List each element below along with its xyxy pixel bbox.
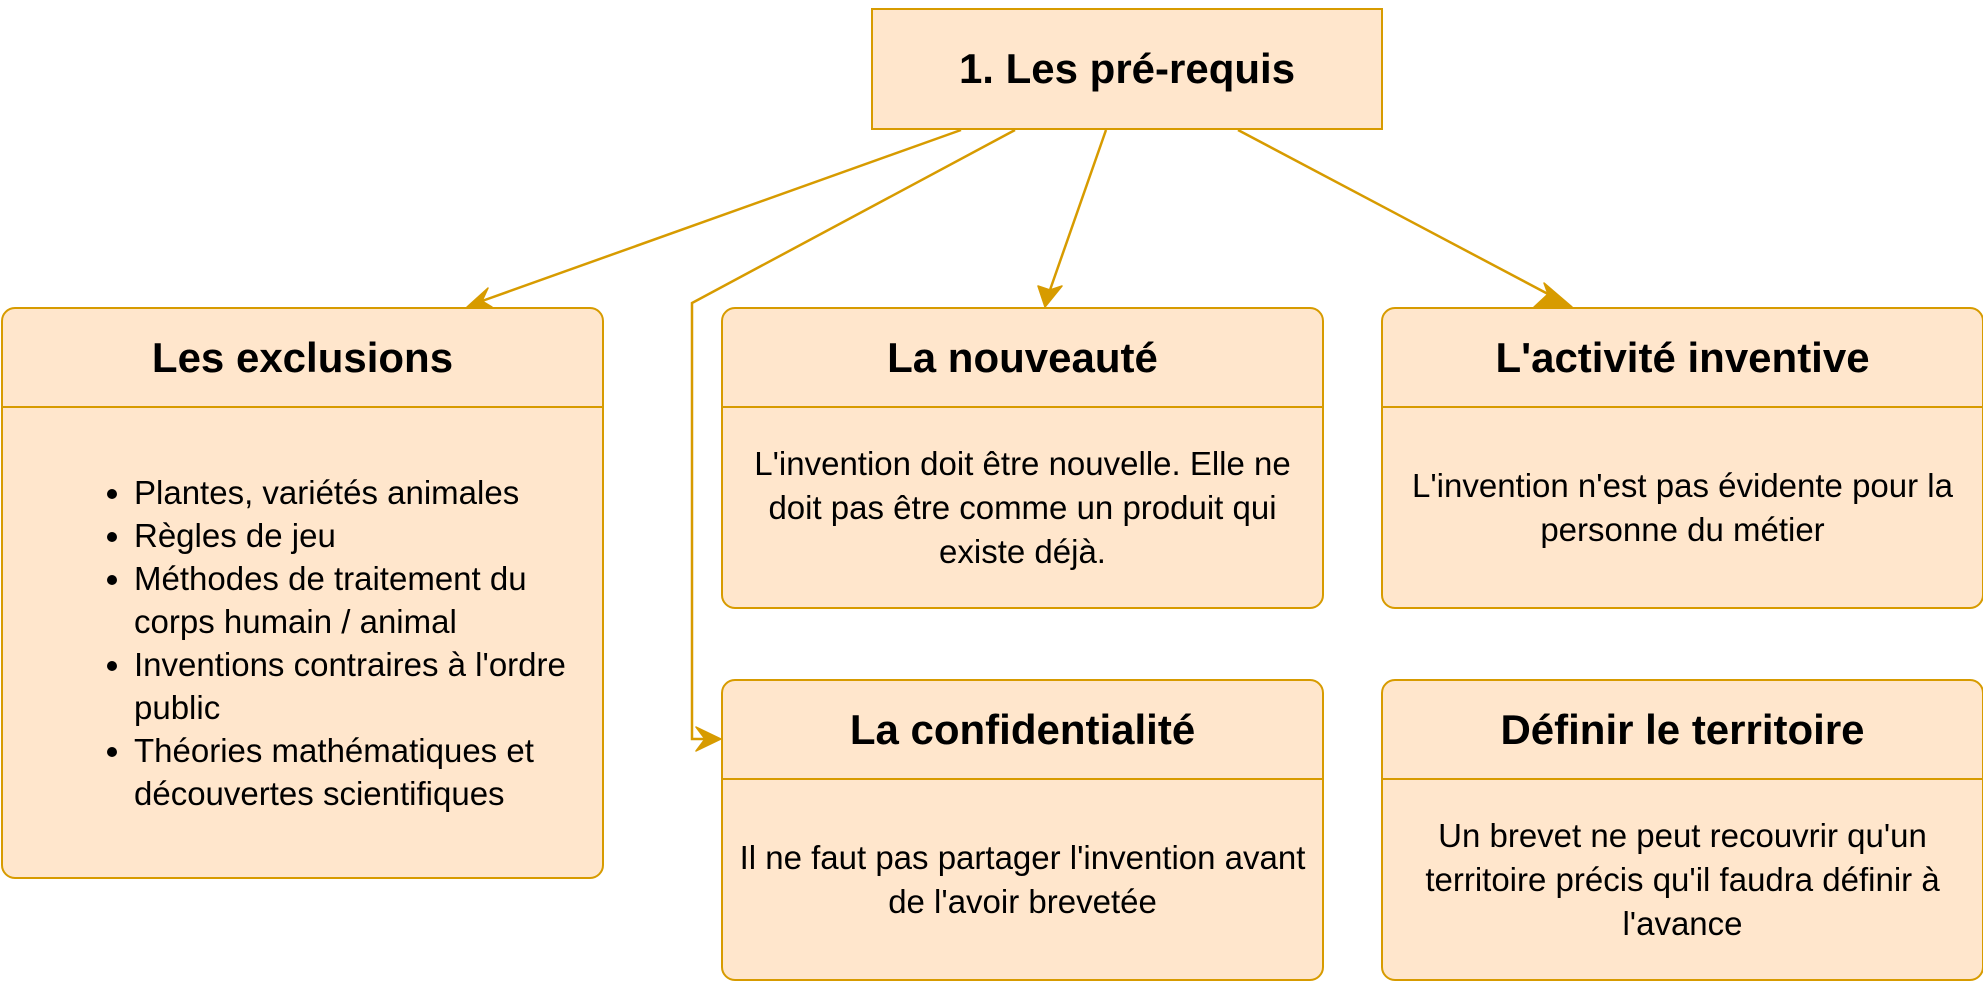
edge-to-nouveaute xyxy=(1048,129,1108,291)
list-item: Règles de jeu xyxy=(134,514,592,557)
card-territoire-title: Définir le territoire xyxy=(1383,681,1982,780)
card-activite-text: L'invention n'est pas évidente pour la p… xyxy=(1412,466,1953,548)
card-nouveaute-text: L'invention doit être nouvelle. Elle ne … xyxy=(754,444,1291,570)
card-confidentialite-text: Il ne faut pas partager l'invention avan… xyxy=(739,838,1306,920)
card-nouveaute: La nouveauté L'invention doit être nouve… xyxy=(721,307,1324,609)
card-exclusions: Les exclusions Plantes, variétés animale… xyxy=(1,307,604,879)
card-exclusions-body: Plantes, variétés animales Règles de jeu… xyxy=(3,408,602,877)
list-item: Inventions contraires à l'ordre public xyxy=(134,643,592,729)
list-item: Théories mathématiques et découvertes sc… xyxy=(134,729,592,815)
card-territoire-text: Un brevet ne peut recouvrir qu'un territ… xyxy=(1425,816,1940,942)
exclusions-list: Plantes, variétés animales Règles de jeu… xyxy=(9,471,596,815)
card-confidentialite-body: Il ne faut pas partager l'invention avan… xyxy=(723,780,1322,979)
card-activite: L'activité inventive L'invention n'est p… xyxy=(1381,307,1983,609)
card-activite-title: L'activité inventive xyxy=(1383,309,1982,408)
card-confidentialite-title: La confidentialité xyxy=(723,681,1322,780)
list-item: Méthodes de traitement du corps humain /… xyxy=(134,557,592,643)
card-territoire-body: Un brevet ne peut recouvrir qu'un territ… xyxy=(1383,780,1982,979)
root-title: 1. Les pré-requis xyxy=(958,45,1296,92)
card-confidentialite: La confidentialité Il ne faut pas partag… xyxy=(721,679,1324,981)
edge-to-activite xyxy=(1237,128,1549,296)
card-nouveaute-body: L'invention doit être nouvelle. Elle ne … xyxy=(723,408,1322,607)
card-nouveaute-title: La nouveauté xyxy=(723,309,1322,408)
card-territoire: Définir le territoire Un brevet ne peut … xyxy=(1381,679,1983,981)
card-activite-body: L'invention n'est pas évidente pour la p… xyxy=(1383,408,1982,607)
root-node: 1. Les pré-requis xyxy=(871,8,1383,130)
list-item: Plantes, variétés animales xyxy=(134,471,592,514)
arrowhead-activite xyxy=(1533,282,1573,308)
card-exclusions-title: Les exclusions xyxy=(3,309,602,408)
edge-to-exclusions xyxy=(481,128,962,303)
